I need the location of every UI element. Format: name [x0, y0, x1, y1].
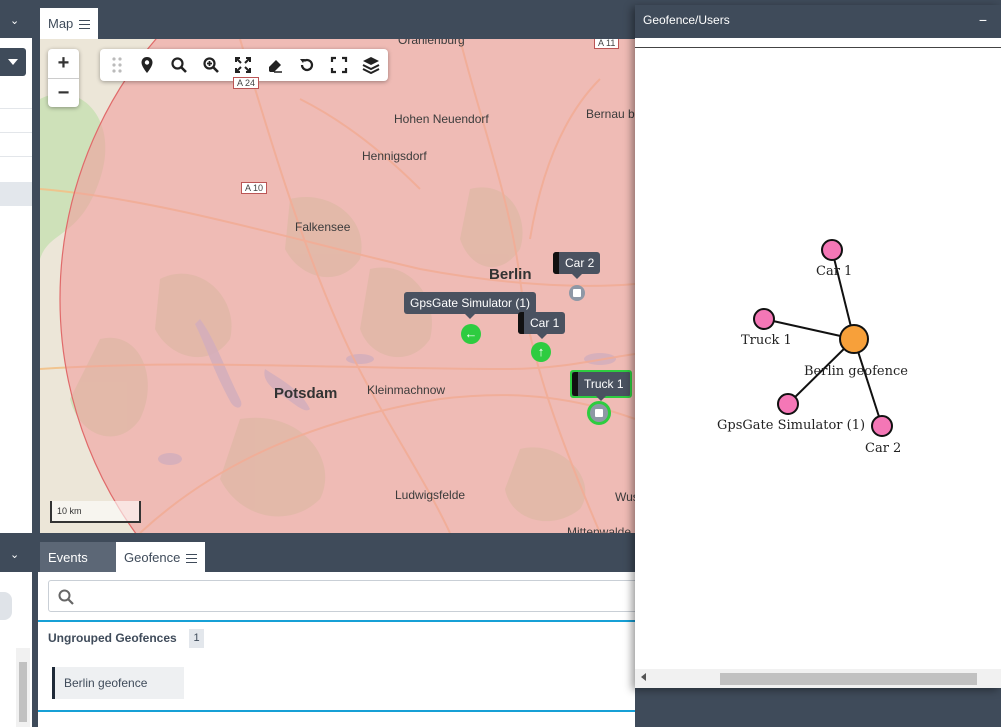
list-item[interactable]: [0, 156, 32, 157]
node-label-truck1: Truck 1: [741, 333, 792, 348]
scrollbar[interactable]: [16, 648, 30, 727]
left-panel-list: [0, 38, 32, 533]
marker-label-gpsgate[interactable]: GpsGate Simulator (1): [404, 292, 537, 319]
graph-node-gpsgate[interactable]: [777, 393, 799, 415]
fullscreen-icon[interactable]: [330, 56, 348, 74]
graph-node-truck1[interactable]: [753, 308, 775, 330]
layers-icon[interactable]: [362, 56, 380, 74]
horizontal-scrollbar[interactable]: [635, 669, 1001, 688]
place-label: Bernau b: [586, 107, 635, 121]
geofence-list-item[interactable]: Berlin geofence: [52, 667, 184, 699]
marker-label-truck1[interactable]: Truck 1: [570, 370, 632, 401]
road-label: A 10: [241, 182, 268, 194]
map-panel-header: Map: [38, 8, 635, 39]
eraser-icon[interactable]: [266, 56, 284, 74]
left-bottom-header: ⌄: [0, 542, 32, 572]
tab-geofence[interactable]: Geofence: [116, 542, 206, 573]
drag-handle-icon[interactable]: [108, 56, 126, 74]
bottom-panel-header: Events Geofence: [38, 542, 635, 573]
scroll-left-icon[interactable]: [641, 673, 646, 681]
place-label: Potsdam: [274, 385, 338, 402]
toggle-button[interactable]: [0, 592, 12, 620]
geofence-search-input[interactable]: [48, 580, 648, 612]
node-label-car1: Car 1: [816, 264, 852, 279]
window-title: Geofence/Users: [643, 13, 730, 27]
menu-icon[interactable]: [186, 554, 198, 564]
place-label: Mittenwalde: [567, 525, 632, 533]
graph-node-car2[interactable]: [871, 415, 893, 437]
tab-events[interactable]: Events: [40, 542, 116, 573]
chevron-down-icon[interactable]: ⌄: [10, 548, 19, 561]
node-label-center: Berlin geofence: [804, 364, 908, 379]
zoom-out-button[interactable]: −: [48, 78, 79, 107]
zoom-in-button[interactable]: +: [48, 49, 79, 78]
geofence-group-title[interactable]: Ungrouped Geofences: [48, 631, 177, 645]
place-label: Kleinmachnow: [367, 383, 446, 397]
geofence-users-window: Geofence/Users − Car 1 Truck 1 Berlin ge…: [635, 5, 1001, 688]
geofence-panel: Ungrouped Geofences 1 Berlin geofence: [38, 572, 648, 727]
tab-geofence-label: Geofence: [124, 550, 181, 565]
scrollbar-thumb[interactable]: [720, 673, 977, 685]
chevron-down-icon[interactable]: ⌄: [10, 14, 19, 27]
marker-label-car2[interactable]: Car 2: [553, 252, 601, 279]
map-base: [40, 39, 635, 533]
place-label: Hohen Neuendorf: [394, 112, 489, 126]
node-label-gpsgate: GpsGate Simulator (1): [717, 418, 865, 433]
place-label: Wus: [615, 490, 635, 504]
left-bottom-panel: [0, 572, 32, 727]
tab-map[interactable]: Map: [40, 8, 99, 39]
list-item[interactable]: [0, 132, 32, 133]
undo-icon[interactable]: [298, 56, 316, 74]
marker-label-car1[interactable]: Car 1: [518, 312, 566, 339]
expand-icon[interactable]: [234, 56, 252, 74]
node-label-car2: Car 2: [865, 441, 901, 456]
geofence-item-label: Berlin geofence: [64, 676, 148, 690]
place-label: Hennigsdorf: [362, 149, 427, 163]
window-title-bar[interactable]: Geofence/Users: [635, 5, 1001, 38]
search-icon: [58, 589, 74, 605]
map-view[interactable]: + − Oranienburg Hohen Neuendorf Hennigsd…: [40, 39, 635, 533]
vehicle-marker-car1[interactable]: ↑: [531, 342, 551, 362]
geofence-group-count-badge: 1: [189, 629, 204, 648]
left-panel-header: ⌄: [0, 8, 32, 38]
search-icon[interactable]: [170, 56, 188, 74]
vehicle-marker-car2[interactable]: [569, 285, 585, 301]
map-marker-icon[interactable]: [138, 56, 156, 74]
geofence-circle: [59, 39, 635, 533]
place-label: Ludwigsfelde: [395, 488, 466, 502]
road-label: A 24: [233, 77, 260, 89]
place-label: Berlin: [489, 266, 532, 283]
zoom-in-icon[interactable]: [202, 56, 220, 74]
zoom-control: + −: [48, 49, 79, 107]
tab-map-label: Map: [48, 16, 74, 31]
list-item[interactable]: [0, 108, 32, 109]
map-scale: 10 km: [50, 501, 141, 523]
graph-node-car1[interactable]: [821, 239, 843, 261]
list-item-selected[interactable]: [0, 182, 32, 206]
vehicle-marker-truck1[interactable]: [587, 401, 611, 425]
tab-events-label: Events: [48, 550, 88, 565]
graph-node-center[interactable]: [839, 324, 869, 354]
place-label: Falkensee: [295, 220, 351, 234]
menu-icon[interactable]: [79, 20, 91, 30]
road-label: A 11: [594, 39, 620, 49]
place-label: Oranienburg: [398, 39, 465, 47]
divider: [38, 620, 635, 622]
vehicle-marker-gpsgate[interactable]: ←: [461, 324, 481, 344]
relationship-graph: Car 1 Truck 1 Berlin geofence GpsGate Si…: [717, 239, 908, 456]
minimize-button[interactable]: −: [979, 5, 987, 36]
dropdown-button[interactable]: [0, 48, 26, 76]
scale-label: 10 km: [57, 506, 82, 516]
divider: [38, 710, 635, 712]
